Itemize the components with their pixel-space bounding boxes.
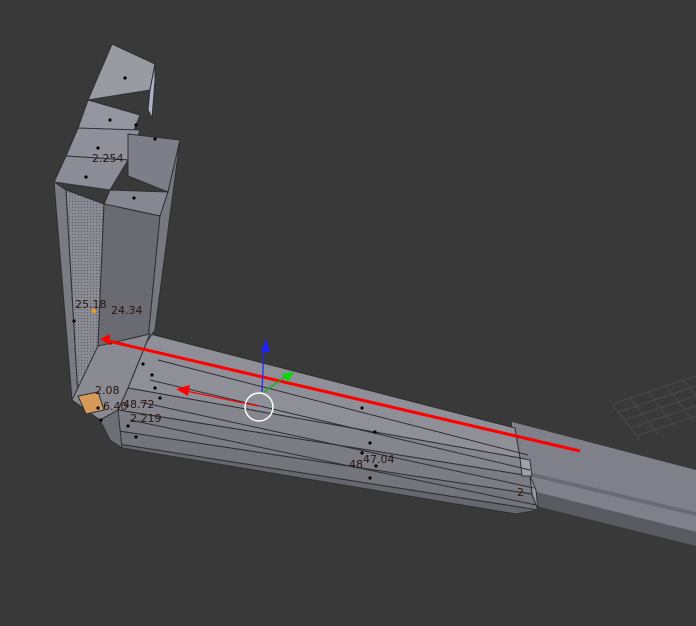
viewport-canvas[interactable]: 2.254 25.18 24.34 2.08 6.40 48.72 2.219 … <box>0 0 696 626</box>
measure-label-1: 2.254 <box>92 152 124 165</box>
floor-grid <box>611 375 696 441</box>
measure-label-8: 48 <box>349 458 363 471</box>
measure-label-7: 2.219 <box>130 412 162 425</box>
measure-label-3: 24.34 <box>111 304 143 317</box>
measure-label-4: 2.08 <box>95 384 120 397</box>
3d-viewport[interactable]: 2.254 25.18 24.34 2.08 6.40 48.72 2.219 … <box>0 0 696 626</box>
horizontal-beam <box>111 333 539 515</box>
measure-label-9: 47.04 <box>363 453 395 466</box>
gizmo-z-arrow <box>261 339 270 352</box>
measure-label-6: 48.72 <box>123 398 155 411</box>
measure-label-2: 25.18 <box>75 298 107 311</box>
measure-label-10: 2 <box>517 486 524 499</box>
